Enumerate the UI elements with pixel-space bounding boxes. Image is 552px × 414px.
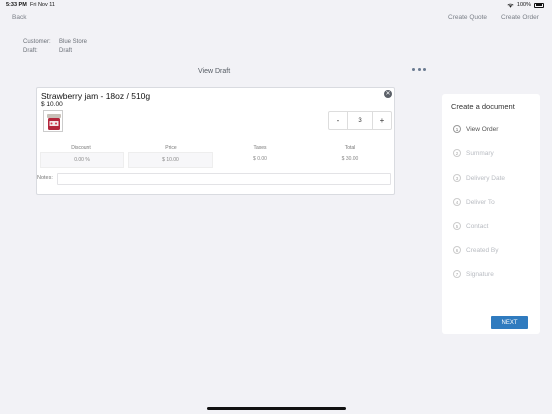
taxes-value: $ 0.00 [253, 156, 267, 162]
step-number: 6 [453, 246, 461, 254]
customer-label: Customer: [23, 39, 51, 45]
step-number: 3 [453, 174, 461, 182]
home-indicator [207, 407, 346, 410]
step-label: Deliver To [466, 198, 495, 206]
taxes-header: Taxes [253, 145, 267, 151]
step-label: View Order [466, 125, 499, 133]
status-indicators: 100% [507, 2, 544, 8]
page-title: View Draft [198, 68, 231, 75]
create-order-button[interactable]: Create Order [501, 14, 539, 21]
price-field[interactable]: $ 10.00 [128, 152, 213, 168]
panel-title: Create a document [451, 102, 515, 111]
notes-label: Notes: [37, 175, 53, 181]
step-number: 2 [453, 149, 461, 157]
battery-percent: 100% [516, 2, 531, 8]
remove-item-icon[interactable]: ✕ [384, 90, 392, 98]
step-label: Delivery Date [466, 174, 506, 182]
price-header: Price [165, 145, 177, 151]
decrease-quantity-button[interactable]: - [329, 112, 347, 129]
notes-input[interactable] [57, 173, 391, 185]
total-header: Total [344, 145, 356, 151]
step-created-by[interactable]: 6 Created By [453, 246, 499, 254]
item-card: Strawberry jam - 18oz / 510g $ 10.00 ✕ -… [36, 87, 395, 195]
draft-value: Draft [59, 48, 73, 54]
wifi-icon [507, 3, 514, 8]
discount-header: Discount [71, 145, 91, 151]
more-options-icon[interactable] [412, 66, 426, 72]
step-view-order[interactable]: 1 View Order [453, 125, 498, 133]
draft-label: Draft: [23, 48, 38, 54]
step-contact[interactable]: 5 Contact [453, 222, 488, 230]
step-label: Created By [466, 246, 499, 254]
step-signature[interactable]: 7 Signature [453, 270, 494, 278]
step-number: 7 [453, 270, 461, 278]
item-price: $ 10.00 [41, 101, 63, 108]
step-deliver-to[interactable]: 4 Deliver To [453, 198, 495, 206]
increase-quantity-button[interactable]: + [373, 112, 391, 129]
status-bar: 5:33 PM Fri Nov 11 100% [0, 0, 552, 10]
step-delivery-date[interactable]: 3 Delivery Date [453, 174, 505, 182]
discount-field[interactable]: 0.00 % [40, 152, 124, 168]
customer-value: Blue Store [59, 39, 88, 45]
status-date: Fri Nov 11 [30, 2, 55, 8]
create-quote-button[interactable]: Create Quote [448, 14, 487, 21]
back-button[interactable]: Back [12, 14, 26, 21]
product-image [43, 110, 63, 132]
step-number: 1 [453, 125, 461, 133]
quantity-stepper: - 3 + [328, 111, 392, 130]
step-label: Contact [466, 222, 489, 230]
next-button[interactable]: NEXT [491, 316, 528, 329]
step-label: Signature [466, 270, 494, 278]
step-summary[interactable]: 2 Summary [453, 149, 494, 157]
status-time: 5:33 PM [6, 2, 27, 8]
step-number: 4 [453, 198, 461, 206]
step-label: Summary [466, 149, 494, 157]
step-number: 5 [453, 222, 461, 230]
quantity-value[interactable]: 3 [347, 112, 373, 129]
battery-icon [534, 2, 544, 8]
create-document-panel: Create a document 1 View Order 2 Summary… [442, 94, 540, 334]
item-name: Strawberry jam - 18oz / 510g [41, 91, 151, 101]
total-value: $ 30.00 [341, 156, 359, 162]
